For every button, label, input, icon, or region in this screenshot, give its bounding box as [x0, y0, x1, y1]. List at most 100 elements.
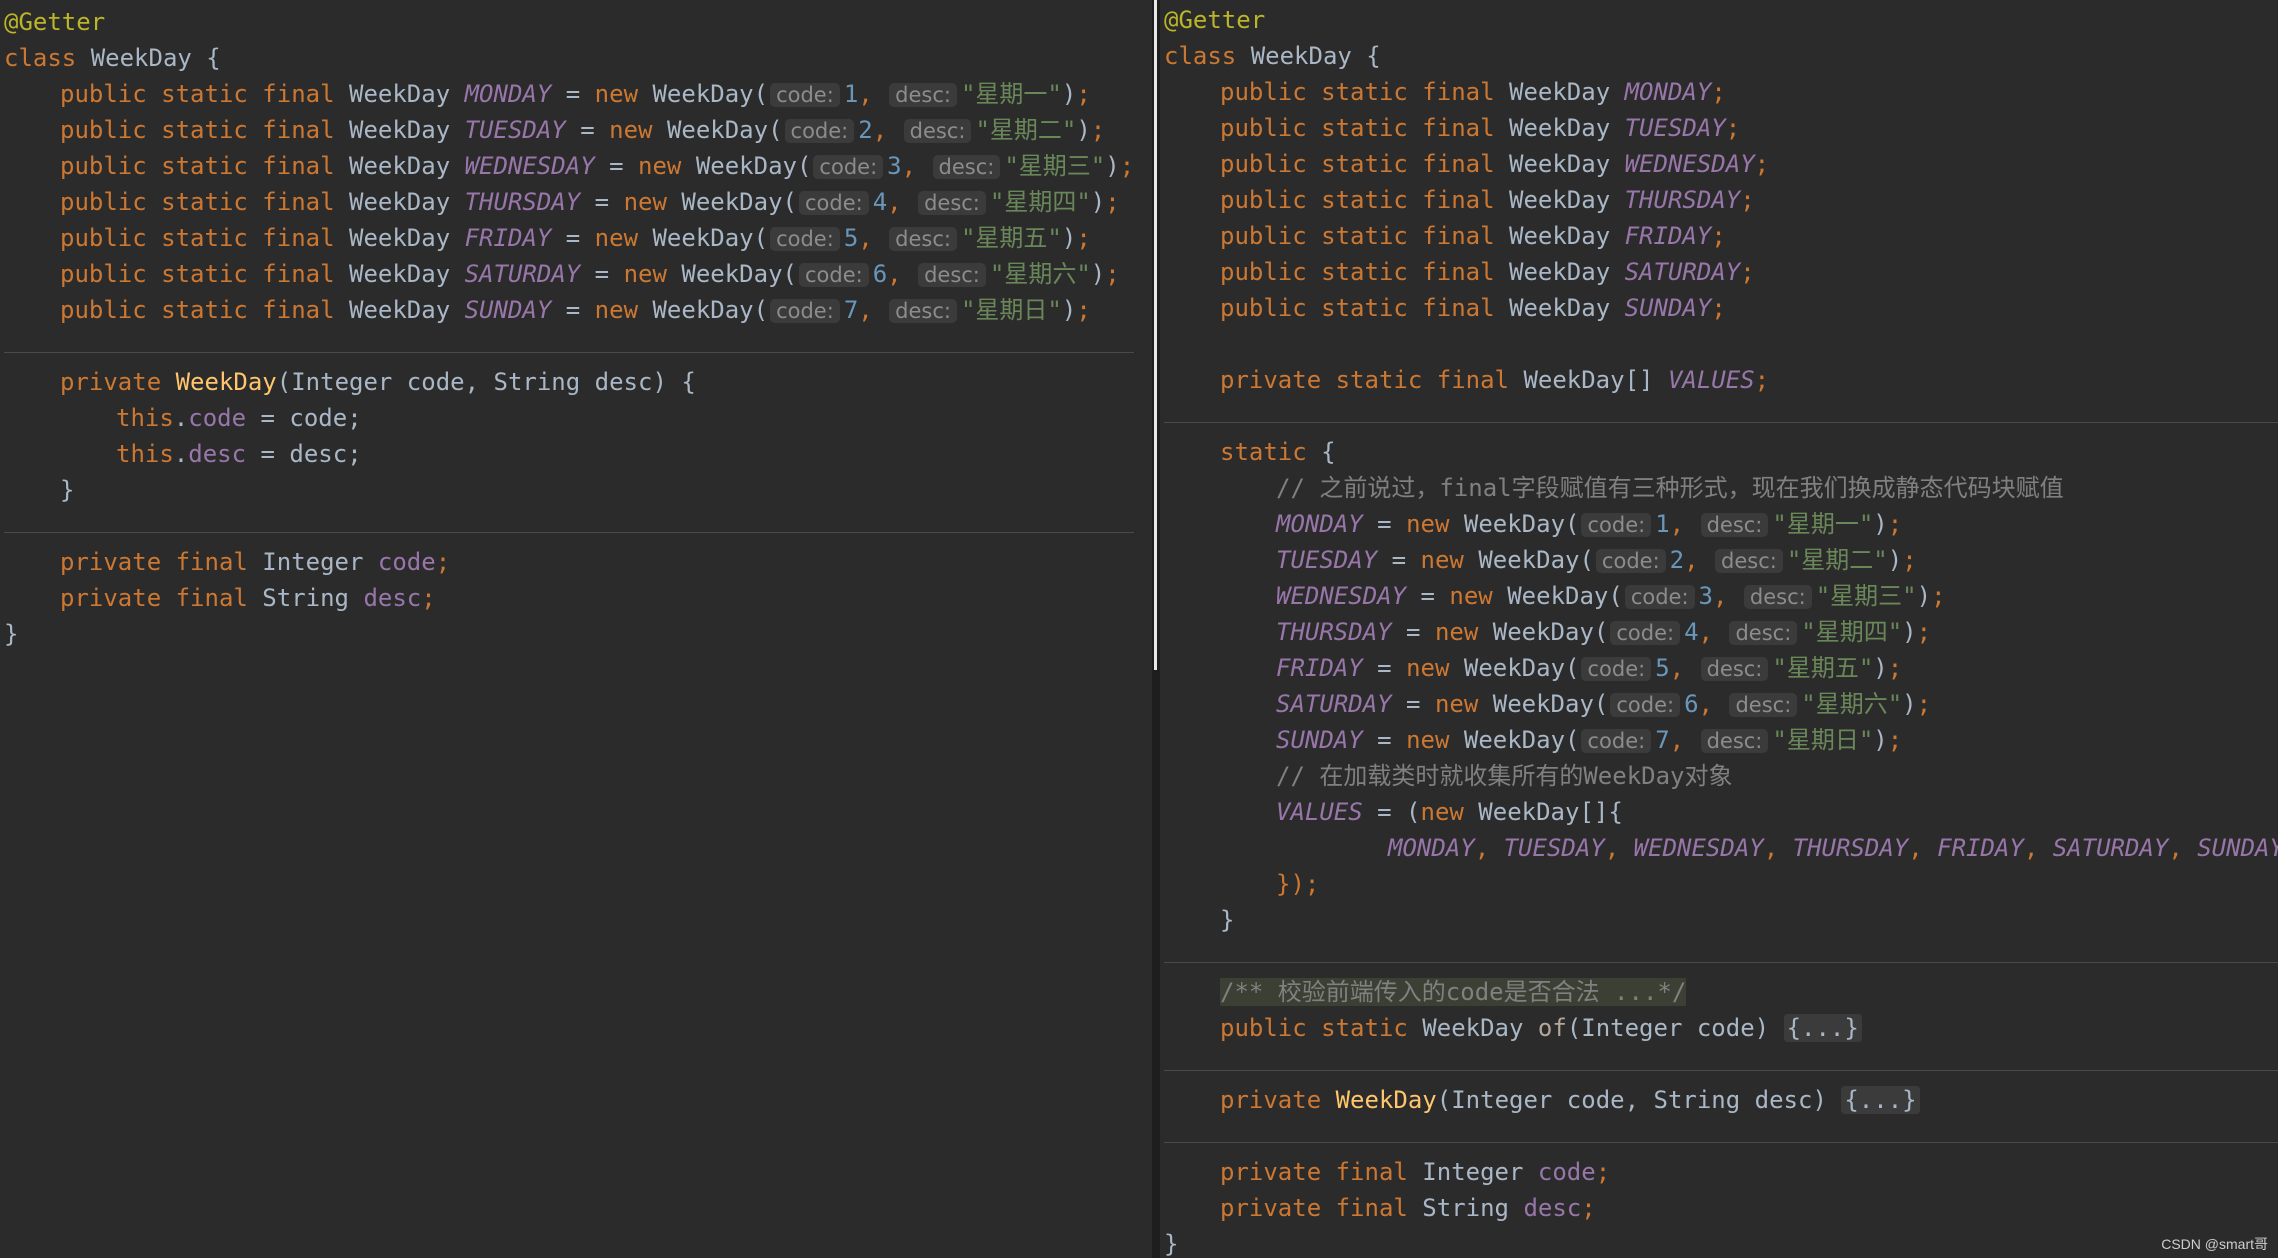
- param-hint: desc:: [918, 191, 986, 215]
- type-name: WeekDay: [1509, 114, 1611, 142]
- keyword: public static final: [1220, 258, 1495, 286]
- type-name: WeekDay: [1509, 150, 1611, 178]
- punct: ;: [1902, 546, 1917, 574]
- keyword: private: [1220, 1086, 1322, 1114]
- code-value: 4: [1684, 618, 1699, 646]
- code-line: this.desc = desc;: [116, 440, 362, 468]
- constant-name: TUESDAY: [464, 116, 566, 144]
- constant-ref: MONDAY: [1388, 834, 1475, 862]
- folded-block[interactable]: {...}: [1783, 1014, 1862, 1042]
- punct: ,: [1669, 654, 1699, 682]
- type-name: WeekDay: [349, 152, 451, 180]
- type-name: Integer: [262, 548, 364, 576]
- punct: ;: [1105, 188, 1120, 216]
- keyword: static: [1220, 438, 1307, 466]
- param-hint: code:: [1595, 549, 1666, 573]
- pane-splitter[interactable]: [1152, 0, 1160, 1258]
- punct: ,: [901, 152, 931, 180]
- ctor-call: WeekDay(: [681, 260, 797, 288]
- param-hint: desc:: [1743, 585, 1812, 609]
- keyword: new: [623, 188, 667, 216]
- punct: ,: [858, 296, 888, 324]
- param-hint: desc:: [1700, 513, 1769, 537]
- code-line: private final Integer code;: [1220, 1158, 1611, 1186]
- keyword: new: [594, 296, 639, 324]
- keyword: new: [1420, 798, 1464, 826]
- code-value: 7: [1655, 726, 1670, 754]
- keyword: private final: [60, 548, 248, 576]
- keyword: private static final: [1220, 366, 1509, 394]
- punct: ;: [1887, 726, 1903, 754]
- keyword: class: [4, 44, 77, 72]
- param-hint: code:: [1581, 513, 1652, 537]
- code-line: public static final WeekDay SATURDAY = n…: [60, 260, 1120, 288]
- desc-value: "星期五": [960, 224, 1062, 252]
- constant-name: WEDNESDAY: [1276, 582, 1407, 610]
- constructor-name: WeekDay: [1335, 1086, 1437, 1114]
- code-line: MONDAY = new WeekDay(code: 1, desc: "星期一")…: [1276, 510, 1903, 538]
- code-line: @Getter: [1164, 2, 2278, 38]
- punct: ;: [1076, 80, 1091, 108]
- blank-line: [1164, 1046, 2278, 1082]
- punct: ,: [1684, 546, 1714, 574]
- code-line: }: [1220, 906, 1235, 934]
- punct: ,: [1713, 582, 1742, 610]
- code-line: });: [1164, 866, 2278, 902]
- field-ref: desc: [188, 440, 247, 468]
- code-value: 1: [843, 80, 859, 108]
- code-line: THURSDAY = new WeekDay(code: 4, desc: "星期四…: [1276, 618, 1932, 646]
- ctor-call: WeekDay(: [652, 296, 769, 324]
- doc-comment[interactable]: /** 校验前端传入的code是否合法 ...*/: [1220, 978, 1687, 1006]
- punct: ,: [1908, 834, 1938, 862]
- array-ctor: WeekDay[]{: [1463, 798, 1623, 826]
- constant-name: THURSDAY: [464, 188, 581, 216]
- param-hint: code:: [798, 263, 869, 287]
- code-line: private static final WeekDay[] VALUES;: [1220, 366, 1770, 394]
- constant-ref: TUESDAY: [1503, 834, 1605, 862]
- assignment: = desc;: [246, 440, 362, 468]
- code-line: @Getter: [4, 4, 1134, 40]
- code-value: 7: [843, 296, 859, 324]
- punct: ,: [2023, 834, 2053, 862]
- punct: ;: [1711, 222, 1726, 250]
- folded-block[interactable]: {...}: [1841, 1086, 1920, 1114]
- keyword: new: [1420, 546, 1464, 574]
- keyword: this: [116, 404, 174, 432]
- punct: ;: [1105, 260, 1120, 288]
- desc-value: "星期三": [1815, 582, 1917, 610]
- keyword: public static final: [1220, 222, 1495, 250]
- constant-name: THURSDAY: [1624, 186, 1741, 214]
- type-name: WeekDay: [1509, 294, 1611, 322]
- keyword: public static final: [1220, 186, 1495, 214]
- punct: ,: [858, 224, 888, 252]
- right-constant-decls: public static final WeekDay MONDAY; publi…: [1164, 74, 2278, 326]
- code-line: static {: [1220, 438, 1336, 466]
- keyword: public static: [1220, 1014, 1408, 1042]
- code-line: }: [4, 616, 1134, 652]
- constant-name: TUESDAY: [1276, 546, 1378, 574]
- constant-name: THURSDAY: [1276, 618, 1392, 646]
- left-constant-list: public static final WeekDay MONDAY = new…: [4, 76, 1134, 328]
- code-line: class WeekDay {: [4, 40, 1134, 76]
- type-name: WeekDay: [349, 80, 451, 108]
- constant-name: TUESDAY: [1624, 114, 1726, 142]
- constant-name: SATURDAY: [1624, 258, 1741, 286]
- param-hint: desc:: [1729, 693, 1798, 717]
- keyword: new: [594, 224, 639, 252]
- constructor-params: (Integer code, String desc) {: [276, 368, 696, 396]
- keyword: new: [1406, 726, 1450, 754]
- left-editor-pane[interactable]: @Getter class WeekDay { public static fi…: [0, 0, 1152, 1258]
- punct: ,: [1669, 510, 1699, 538]
- blank-line: [1164, 398, 2278, 434]
- code-line: public static final WeekDay THURSDAY = n…: [60, 188, 1120, 216]
- field-name: desc: [363, 584, 422, 612]
- constant-name: FRIDAY: [1276, 654, 1363, 682]
- constant-ref: SATURDAY: [2052, 834, 2169, 862]
- right-editor-pane[interactable]: @Getter class WeekDay { public static fi…: [1160, 0, 2278, 1258]
- keyword: private final: [1220, 1194, 1408, 1222]
- constant-ref: WEDNESDAY: [1633, 834, 1764, 862]
- assignment: = (: [1362, 798, 1421, 826]
- watermark: CSDN @smart哥: [2161, 1236, 2268, 1252]
- code-value: 1: [1655, 510, 1670, 538]
- constant-ref: FRIDAY: [1937, 834, 2024, 862]
